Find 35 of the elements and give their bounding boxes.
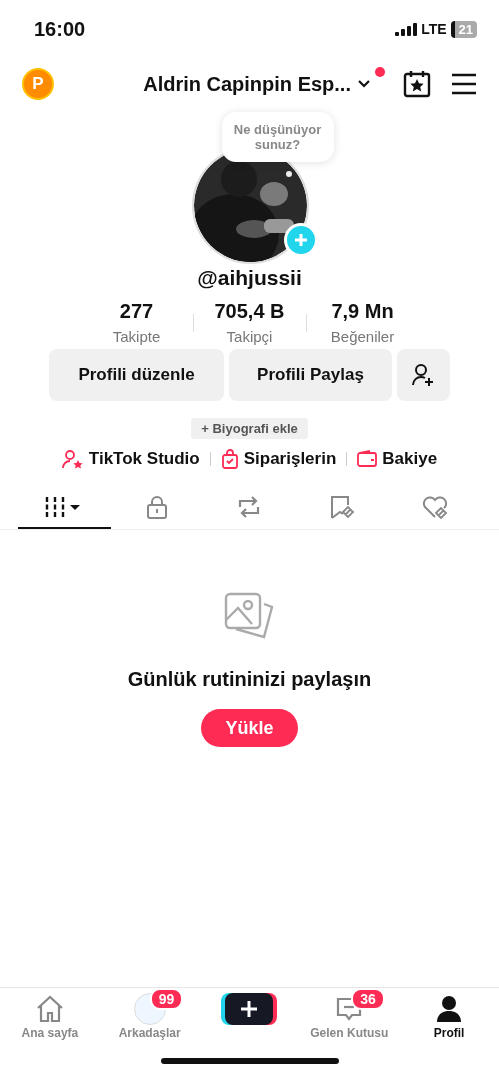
orders-link[interactable]: Siparişlerin <box>220 449 337 469</box>
stat-label[interactable]: Beğeniler <box>330 328 395 345</box>
bookmark-hidden-icon <box>329 494 356 520</box>
empty-state-title: Günlük rutininizi paylaşın <box>127 668 372 691</box>
stat-value[interactable]: 277 <box>119 300 154 323</box>
heart-hidden-icon <box>420 495 449 519</box>
chevron-down-icon <box>357 79 371 89</box>
lock-icon <box>145 495 168 519</box>
username: @aihjussii <box>196 266 303 290</box>
battery-level: 21 <box>450 20 477 38</box>
stat-label[interactable]: Takipçi <box>226 328 273 345</box>
note-bubble[interactable]: Ne düşünüyorsunuz? <box>221 112 334 162</box>
wallet-icon <box>357 450 378 468</box>
upload-button[interactable]: Yükle <box>201 709 298 747</box>
notification-count: 99 <box>149 988 184 1010</box>
profile-nav-item[interactable]: Profil <box>399 994 499 1056</box>
home-nav-item[interactable]: Ana sayfa <box>0 994 100 1056</box>
add-friend-button[interactable] <box>397 349 450 401</box>
shopping-bag-icon <box>220 449 239 469</box>
menu-icon[interactable] <box>451 73 477 95</box>
share-profile-button[interactable]: Profili Paylaş <box>229 349 392 401</box>
person-icon <box>436 995 463 1023</box>
person-star-icon <box>61 449 84 469</box>
notification-count: 36 <box>351 988 385 1010</box>
edit-profile-button[interactable]: Profili düzenle <box>49 349 224 401</box>
status-time: 16:00 <box>34 17 86 41</box>
signal-icon <box>395 22 418 36</box>
stat-label[interactable]: Takipte <box>112 328 161 345</box>
add-bio-button[interactable]: + Biyografi ekle <box>191 418 308 439</box>
stat-value[interactable]: 705,4 B <box>214 300 285 323</box>
stat-value[interactable]: 7,9 Mn <box>331 300 394 323</box>
account-switcher[interactable]: Aldrin Capinpin Esp... <box>143 72 371 96</box>
studio-link[interactable]: TikTok Studio <box>61 449 200 469</box>
network-label: LTE <box>421 21 447 37</box>
balance-link[interactable]: Bakiye <box>357 449 438 469</box>
